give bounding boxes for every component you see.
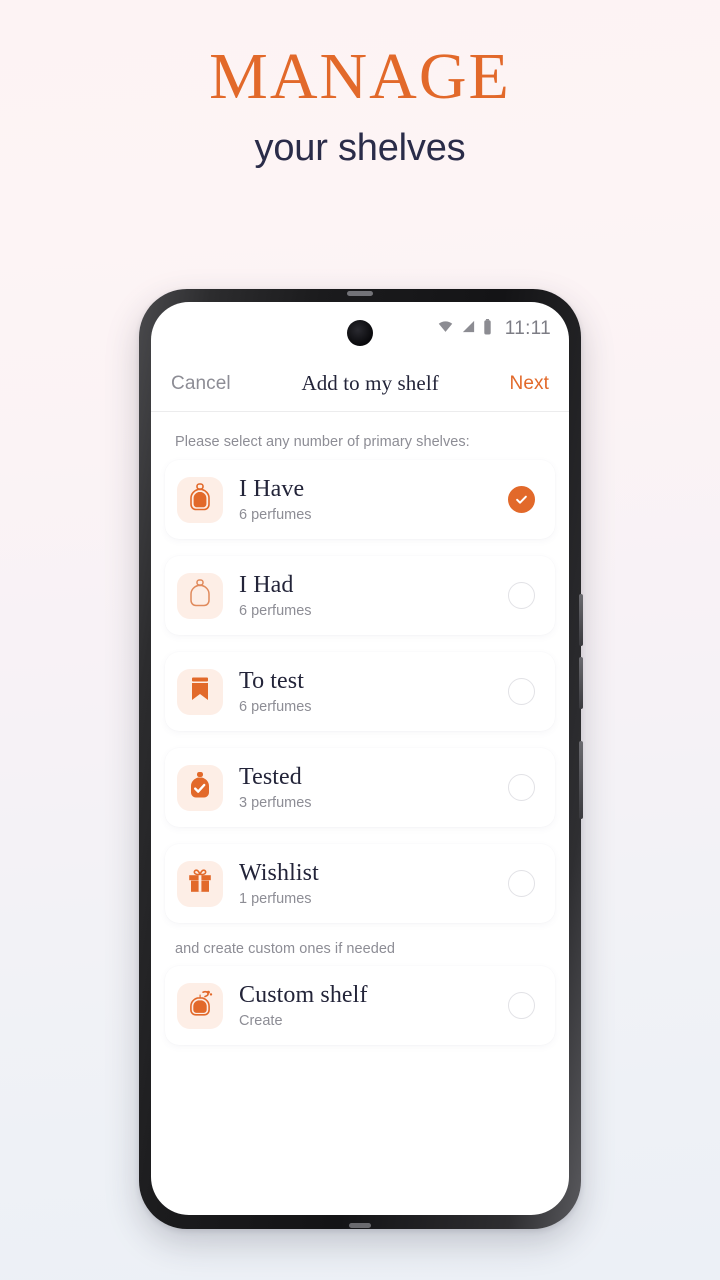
promo-header: MANAGE your shelves	[0, 0, 720, 170]
shelf-count: 6 perfumes	[239, 506, 312, 523]
power-button[interactable]	[579, 741, 583, 819]
shelf-checkbox[interactable]	[508, 486, 535, 513]
shelf-count: 3 perfumes	[239, 794, 312, 811]
shelf-checkbox[interactable]	[508, 870, 535, 897]
shelf-checkbox[interactable]	[508, 582, 535, 609]
shelf-title: Custom shelf	[239, 982, 368, 1009]
shelf-selection-content: Please select any number of primary shel…	[151, 412, 569, 1045]
icon-tile	[177, 668, 223, 715]
shelf-count: 6 perfumes	[239, 602, 312, 619]
shelf-row-tested[interactable]: Tested 3 perfumes	[165, 748, 555, 827]
shelf-title: To test	[239, 668, 305, 695]
row-text: I Had 6 perfumes	[223, 572, 508, 619]
bottom-port	[349, 1223, 371, 1228]
shelf-title: Wishlist	[239, 860, 319, 887]
shelf-row-custom-shelf[interactable]: Custom shelf Create	[165, 966, 555, 1045]
perfume-bottle-outline-icon	[187, 579, 213, 612]
perfume-bottle-filled-icon	[187, 483, 213, 516]
icon-tile	[177, 982, 223, 1029]
shelf-row-to-test[interactable]: To test 6 perfumes	[165, 652, 555, 731]
primary-shelves-list: I Have 6 perfumes I Had 6 perfumes To te…	[151, 460, 569, 923]
check-icon	[516, 495, 527, 504]
row-text: Wishlist 1 perfumes	[223, 860, 508, 907]
icon-tile	[177, 476, 223, 523]
battery-icon	[483, 318, 492, 340]
row-text: To test 6 perfumes	[223, 668, 508, 715]
navigation-bar: Cancel Add to my shelf Next	[151, 356, 569, 412]
icon-tile	[177, 860, 223, 907]
icon-tile	[177, 764, 223, 811]
volume-up-button[interactable]	[579, 594, 583, 646]
shelf-row-i-had[interactable]: I Had 6 perfumes	[165, 556, 555, 635]
page-subtitle: your shelves	[254, 127, 466, 169]
phone-screen: 11:11 Cancel Add to my shelf Next Please…	[151, 302, 569, 1215]
shelf-count: 1 perfumes	[239, 890, 312, 907]
page-title: MANAGE	[209, 40, 511, 113]
icon-tile	[177, 572, 223, 619]
primary-shelves-label: Please select any number of primary shel…	[175, 434, 470, 450]
shelf-checkbox[interactable]	[508, 678, 535, 705]
shelf-row-wishlist[interactable]: Wishlist 1 perfumes	[165, 844, 555, 923]
perfume-bottle-check-icon	[187, 771, 213, 804]
shelf-title: I Had	[239, 572, 294, 599]
phone-mockup: 11:11 Cancel Add to my shelf Next Please…	[139, 289, 583, 1229]
cellular-signal-icon	[461, 319, 476, 339]
perfume-atomizer-icon	[186, 989, 214, 1022]
cancel-button[interactable]: Cancel	[171, 373, 231, 395]
bookmark-icon	[189, 676, 211, 707]
custom-shelves-label: and create custom ones if needed	[175, 941, 396, 957]
custom-shelves-list: Custom shelf Create	[151, 966, 569, 1045]
next-button[interactable]: Next	[510, 373, 549, 395]
screen-title: Add to my shelf	[301, 371, 439, 395]
shelf-title: Tested	[239, 764, 302, 791]
front-camera-icon	[347, 320, 373, 346]
gift-icon	[187, 868, 213, 899]
shelf-title: I Have	[239, 476, 305, 503]
shelf-checkbox[interactable]	[508, 992, 535, 1019]
earpiece-speaker	[347, 291, 373, 296]
shelf-row-i-have[interactable]: I Have 6 perfumes	[165, 460, 555, 539]
row-text: Custom shelf Create	[223, 982, 508, 1029]
shelf-action: Create	[239, 1012, 283, 1029]
row-text: Tested 3 perfumes	[223, 764, 508, 811]
wifi-icon	[437, 318, 454, 340]
status-bar-clock: 11:11	[504, 318, 551, 339]
shelf-checkbox[interactable]	[508, 774, 535, 801]
volume-down-button[interactable]	[579, 657, 583, 709]
row-text: I Have 6 perfumes	[223, 476, 508, 523]
shelf-count: 6 perfumes	[239, 698, 312, 715]
